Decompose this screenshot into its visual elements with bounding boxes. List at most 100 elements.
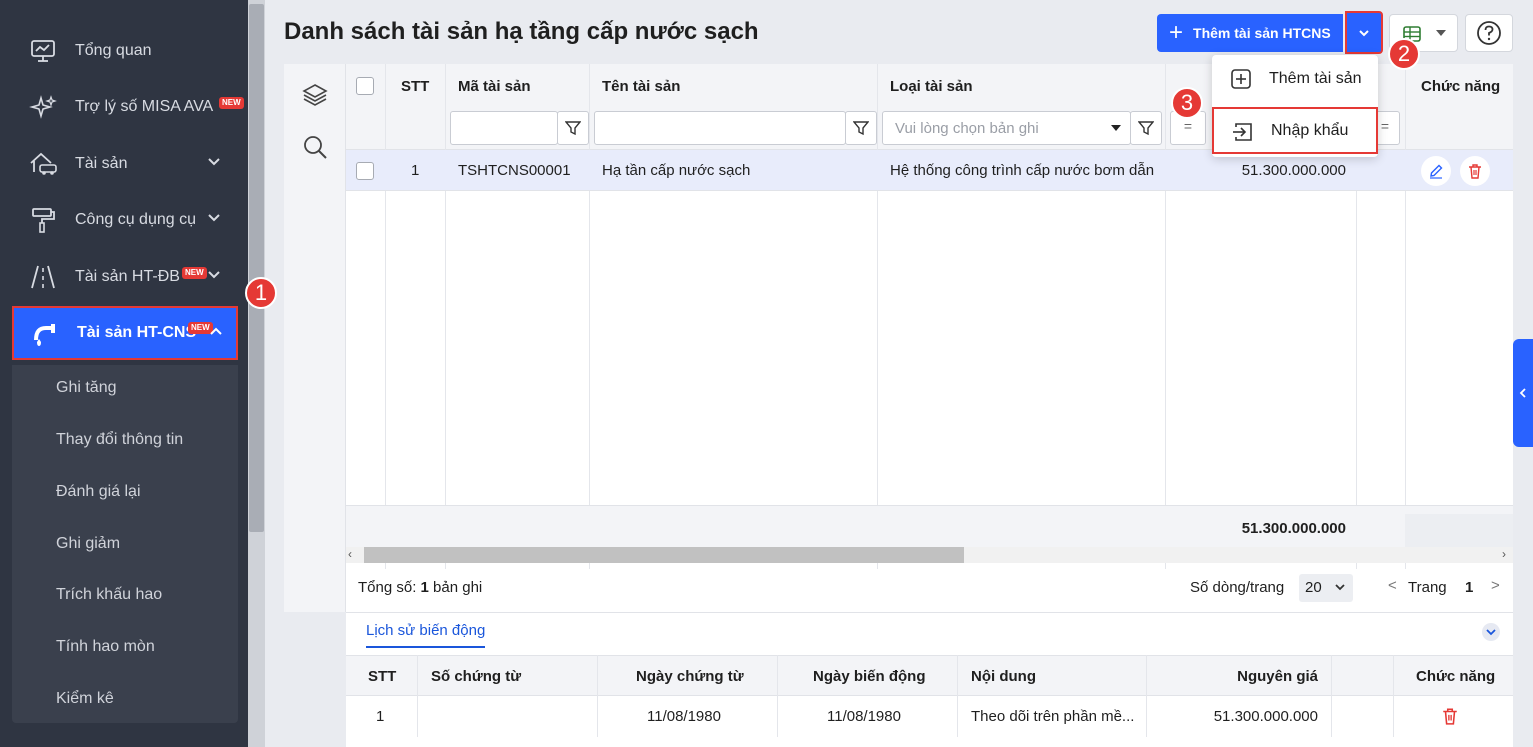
caret-down-icon <box>1111 125 1121 131</box>
scroll-left-icon[interactable]: ‹ <box>348 547 352 561</box>
house-car-icon <box>30 152 57 175</box>
col-divider <box>445 64 446 569</box>
sidebar-item-road-infra[interactable]: Tài sản HT-ĐB NEW <box>12 251 238 303</box>
filter-icon <box>565 121 581 136</box>
sidebar-item-overview[interactable]: Tổng quan <box>12 25 238 77</box>
select-all-checkbox[interactable] <box>356 77 374 95</box>
sidebar-item-misa-ava[interactable]: Trợ lý số MISA AVA NEW <box>12 81 244 133</box>
add-options-dropdown-button[interactable] <box>1345 11 1383 54</box>
asset-type-filter-select[interactable]: Vui lòng chọn bản ghi <box>882 111 1131 145</box>
horizontal-scrollbar-thumb[interactable] <box>364 547 964 563</box>
menu-item-add-asset[interactable]: Thêm tài sản <box>1212 56 1378 102</box>
header-asset-code[interactable]: Mã tài sản <box>458 64 531 108</box>
submenu-item-amortization[interactable]: Tính hao mòn <box>56 638 155 656</box>
dashboard-icon <box>31 40 55 62</box>
side-panel-toggle[interactable] <box>1513 339 1533 447</box>
sidebar-item-label: Tổng quan <box>75 42 152 59</box>
next-page-button[interactable]: > <box>1491 577 1500 594</box>
step-callout-3: 3 <box>1171 87 1203 119</box>
submenu-item-decrease[interactable]: Ghi giảm <box>56 535 120 553</box>
sidebar-item-label: Tài sản <box>75 155 128 172</box>
add-htcns-label: Thêm tài sản HTCNS <box>1193 25 1331 41</box>
history-delete-button[interactable] <box>1441 696 1459 736</box>
help-icon <box>1477 21 1501 45</box>
total-count: 1 <box>420 579 429 596</box>
menu-item-label: Thêm tài sản <box>1269 70 1362 87</box>
menu-item-label: Nhập khẩu <box>1271 121 1349 139</box>
help-button[interactable] <box>1465 14 1513 52</box>
rows-per-page-select[interactable]: 20 <box>1299 574 1353 602</box>
edit-icon <box>1430 164 1443 179</box>
road-icon <box>31 265 55 289</box>
add-options-menu: Thêm tài sản Nhập khẩu <box>1212 55 1378 157</box>
total-records: Tổng số: 1 bản ghi <box>358 579 482 596</box>
rows-per-page-value: 20 <box>1305 579 1322 596</box>
row-checkbox[interactable] <box>356 161 374 180</box>
submenu-item-increase[interactable]: Ghi tăng <box>56 379 116 397</box>
table-horizontal-scrollbar[interactable]: ‹ › <box>346 547 1513 563</box>
pagination-bar: Tổng số: 1 bản ghi Số dòng/trang 20 < Tr… <box>346 567 1513 607</box>
submenu-item-change-info[interactable]: Thay đổi thông tin <box>56 431 183 449</box>
summary-row: 51.300.000.000 <box>346 505 1513 554</box>
paint-roller-icon <box>32 208 55 233</box>
chevron-down-icon <box>208 214 220 222</box>
row-stt: 1 <box>411 162 420 179</box>
sparkle-icon <box>29 95 57 119</box>
panel-toolbar <box>284 64 346 612</box>
prev-page-button[interactable]: < <box>1388 577 1397 594</box>
sidebar-item-label: Tài sản HT-CNS <box>77 324 197 341</box>
add-htcns-button[interactable]: + Thêm tài sản HTCNS <box>1157 14 1343 52</box>
page-label: Trang <box>1408 579 1447 596</box>
asset-type-filter-button[interactable] <box>1130 111 1162 145</box>
current-page: 1 <box>1465 579 1474 596</box>
submenu-item-depreciation[interactable]: Trích khấu hao <box>56 586 162 604</box>
history-row-change-date: 11/08/1980 <box>827 707 901 725</box>
total-suffix: bản ghi <box>428 579 483 596</box>
sidebar: Tổng quan Trợ lý số MISA AVA NEW Tài sản… <box>0 0 265 747</box>
submenu-item-revaluation[interactable]: Đánh giá lại <box>56 483 141 501</box>
edit-button[interactable] <box>1421 155 1451 186</box>
new-badge: NEW <box>182 267 207 279</box>
history-tab[interactable]: Lịch sử biến động <box>366 622 486 648</box>
menu-item-import[interactable]: Nhập khẩu <box>1212 107 1378 154</box>
submenu-item-inventory[interactable]: Kiểm kê <box>56 690 114 708</box>
page-title: Danh sách tài sản hạ tầng cấp nước sạch <box>284 18 759 45</box>
header-stt[interactable]: STT <box>401 64 429 108</box>
col-divider <box>1405 64 1406 569</box>
header-asset-type[interactable]: Loại tài sản <box>890 64 973 108</box>
trash-icon <box>1443 708 1457 725</box>
asset-code-filter-button[interactable] <box>557 111 589 145</box>
col-divider <box>1165 64 1166 569</box>
scroll-right-icon[interactable]: › <box>1502 547 1506 561</box>
asset-code-filter-input[interactable] <box>450 111 558 145</box>
delete-button[interactable] <box>1460 155 1490 186</box>
import-icon <box>1233 123 1252 141</box>
sidebar-item-tools[interactable]: Công cụ dụng cụ <box>12 194 238 246</box>
filter-icon <box>853 121 869 136</box>
col-divider <box>385 64 386 569</box>
history-row-cost: 51.300.000.000 <box>1213 707 1318 725</box>
plus-square-icon <box>1231 69 1251 89</box>
chevron-down-icon <box>208 271 220 279</box>
chevron-left-icon <box>1519 388 1526 398</box>
sidebar-item-label: Trợ lý số MISA AVA <box>75 98 214 115</box>
collapse-icon[interactable] <box>1481 622 1501 642</box>
history-table-row[interactable]: 1 11/08/1980 11/08/1980 Theo dõi trên ph… <box>346 696 1513 736</box>
sidebar-scrollbar-thumb[interactable] <box>249 4 264 532</box>
chevron-down-icon <box>208 158 220 166</box>
select-all-cell <box>356 64 376 108</box>
sidebar-scrollbar[interactable] <box>248 0 265 747</box>
history-row-doc-date: 11/08/1980 <box>647 707 721 725</box>
sidebar-item-water-infra[interactable]: Tài sản HT-CNS NEW <box>12 306 238 360</box>
search-icon[interactable] <box>302 134 328 160</box>
history-row-stt: 1 <box>376 707 385 725</box>
sidebar-item-label: Công cụ dụng cụ <box>75 211 196 228</box>
asset-name-filter-button[interactable] <box>845 111 877 145</box>
layers-icon[interactable] <box>302 82 328 108</box>
sidebar-item-assets[interactable]: Tài sản <box>12 138 238 190</box>
water-tap-icon <box>34 324 55 346</box>
chevron-up-icon <box>210 327 222 335</box>
col-divider <box>877 64 878 569</box>
header-asset-name[interactable]: Tên tài sản <box>602 64 680 108</box>
asset-name-filter-input[interactable] <box>594 111 846 145</box>
